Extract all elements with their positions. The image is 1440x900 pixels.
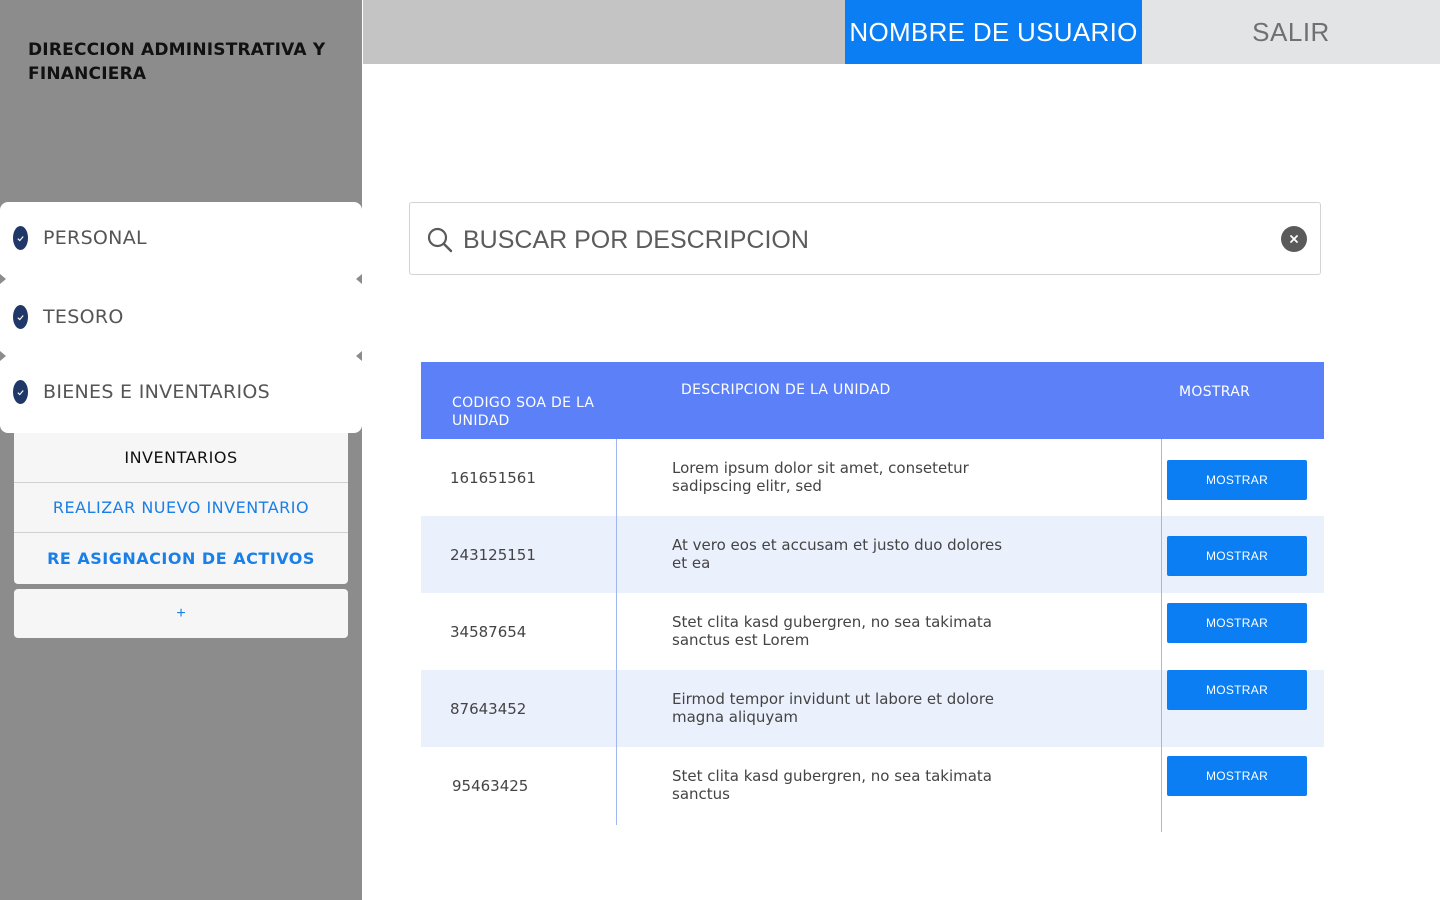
sidebar-item-tesoro[interactable]: TESORO xyxy=(0,297,362,337)
show-button[interactable]: MOSTRAR xyxy=(1167,756,1307,796)
sidebar: DIRECCION ADMINISTRATIVA Y FINANCIERA PE… xyxy=(0,0,362,900)
unit-description: Stet clita kasd gubergren, no sea takima… xyxy=(672,613,992,649)
column-divider xyxy=(616,439,617,825)
table-row: 34587654 Stet clita kasd gubergren, no s… xyxy=(421,593,1324,670)
unit-code: 34587654 xyxy=(450,622,527,641)
column-divider xyxy=(1161,439,1162,832)
sidebar-item-label: BIENES E INVENTARIOS xyxy=(43,381,270,403)
unit-description: Stet clita kasd gubergren, no sea takima… xyxy=(672,767,992,803)
show-button[interactable]: MOSTRAR xyxy=(1167,670,1307,710)
sidebar-item-label: TESORO xyxy=(43,306,124,328)
check-circle-icon xyxy=(13,226,28,250)
table-row: 95463425 Stet clita kasd gubergren, no s… xyxy=(421,747,1324,824)
unit-description: Eirmod tempor invidunt ut labore et dolo… xyxy=(672,690,994,726)
sidebar-item-personal[interactable]: PERSONAL xyxy=(0,218,362,258)
logout-button[interactable]: SALIR xyxy=(1142,0,1440,64)
table-row: 243125151 At vero eos et accusam et just… xyxy=(421,516,1324,593)
unit-code: 95463425 xyxy=(452,776,529,795)
org-title: DIRECCION ADMINISTRATIVA Y FINANCIERA xyxy=(28,40,326,84)
column-header-description: DESCRIPCION DE LA UNIDAD xyxy=(681,382,891,398)
unit-code: 243125151 xyxy=(450,545,536,564)
search-icon[interactable] xyxy=(427,227,453,253)
sidebar-item-label: PERSONAL xyxy=(43,227,147,249)
column-header-show: MOSTRAR xyxy=(1179,384,1251,400)
clear-icon[interactable] xyxy=(1281,226,1307,252)
submenu-title: INVENTARIOS xyxy=(14,433,348,483)
search-input[interactable] xyxy=(463,221,1263,259)
menu-divider xyxy=(0,351,6,361)
show-button[interactable]: MOSTRAR xyxy=(1167,460,1307,500)
sidebar-menu: PERSONAL TESORO BIENES E INVENTARIOS xyxy=(0,202,362,433)
menu-divider xyxy=(356,274,362,284)
new-inventory-link[interactable]: REALIZAR NUEVO INVENTARIO xyxy=(14,483,348,533)
check-circle-icon xyxy=(13,305,28,329)
menu-divider xyxy=(356,351,362,361)
unit-description: At vero eos et accusam et justo duo dolo… xyxy=(672,536,1003,572)
menu-divider xyxy=(0,274,6,284)
unit-code: 87643452 xyxy=(450,699,527,718)
search-bar xyxy=(409,202,1321,275)
user-name-button[interactable]: NOMBRE DE USUARIO xyxy=(845,0,1142,64)
sidebar-item-bienes-e-inventarios[interactable]: BIENES E INVENTARIOS xyxy=(0,372,362,412)
column-header-code: CODIGO SOA DE LA UNIDAD xyxy=(452,395,595,429)
check-circle-icon xyxy=(13,380,28,404)
show-button[interactable]: MOSTRAR xyxy=(1167,603,1307,643)
add-button[interactable]: + xyxy=(14,589,348,638)
table-row: 87643452 Eirmod tempor invidunt ut labor… xyxy=(421,670,1324,747)
table-header: CODIGO SOA DE LA UNIDAD DESCRIPCION DE L… xyxy=(421,362,1324,439)
asset-reassignment-link[interactable]: RE ASIGNACION DE ACTIVOS xyxy=(14,533,348,584)
unit-code: 161651561 xyxy=(450,468,536,487)
show-button[interactable]: MOSTRAR xyxy=(1167,536,1307,576)
unit-description: Lorem ipsum dolor sit amet, consetetur s… xyxy=(672,459,969,495)
inventarios-submenu: INVENTARIOS REALIZAR NUEVO INVENTARIO RE… xyxy=(14,433,348,584)
units-table: CODIGO SOA DE LA UNIDAD DESCRIPCION DE L… xyxy=(421,362,1324,824)
table-row: 161651561 Lorem ipsum dolor sit amet, co… xyxy=(421,439,1324,516)
